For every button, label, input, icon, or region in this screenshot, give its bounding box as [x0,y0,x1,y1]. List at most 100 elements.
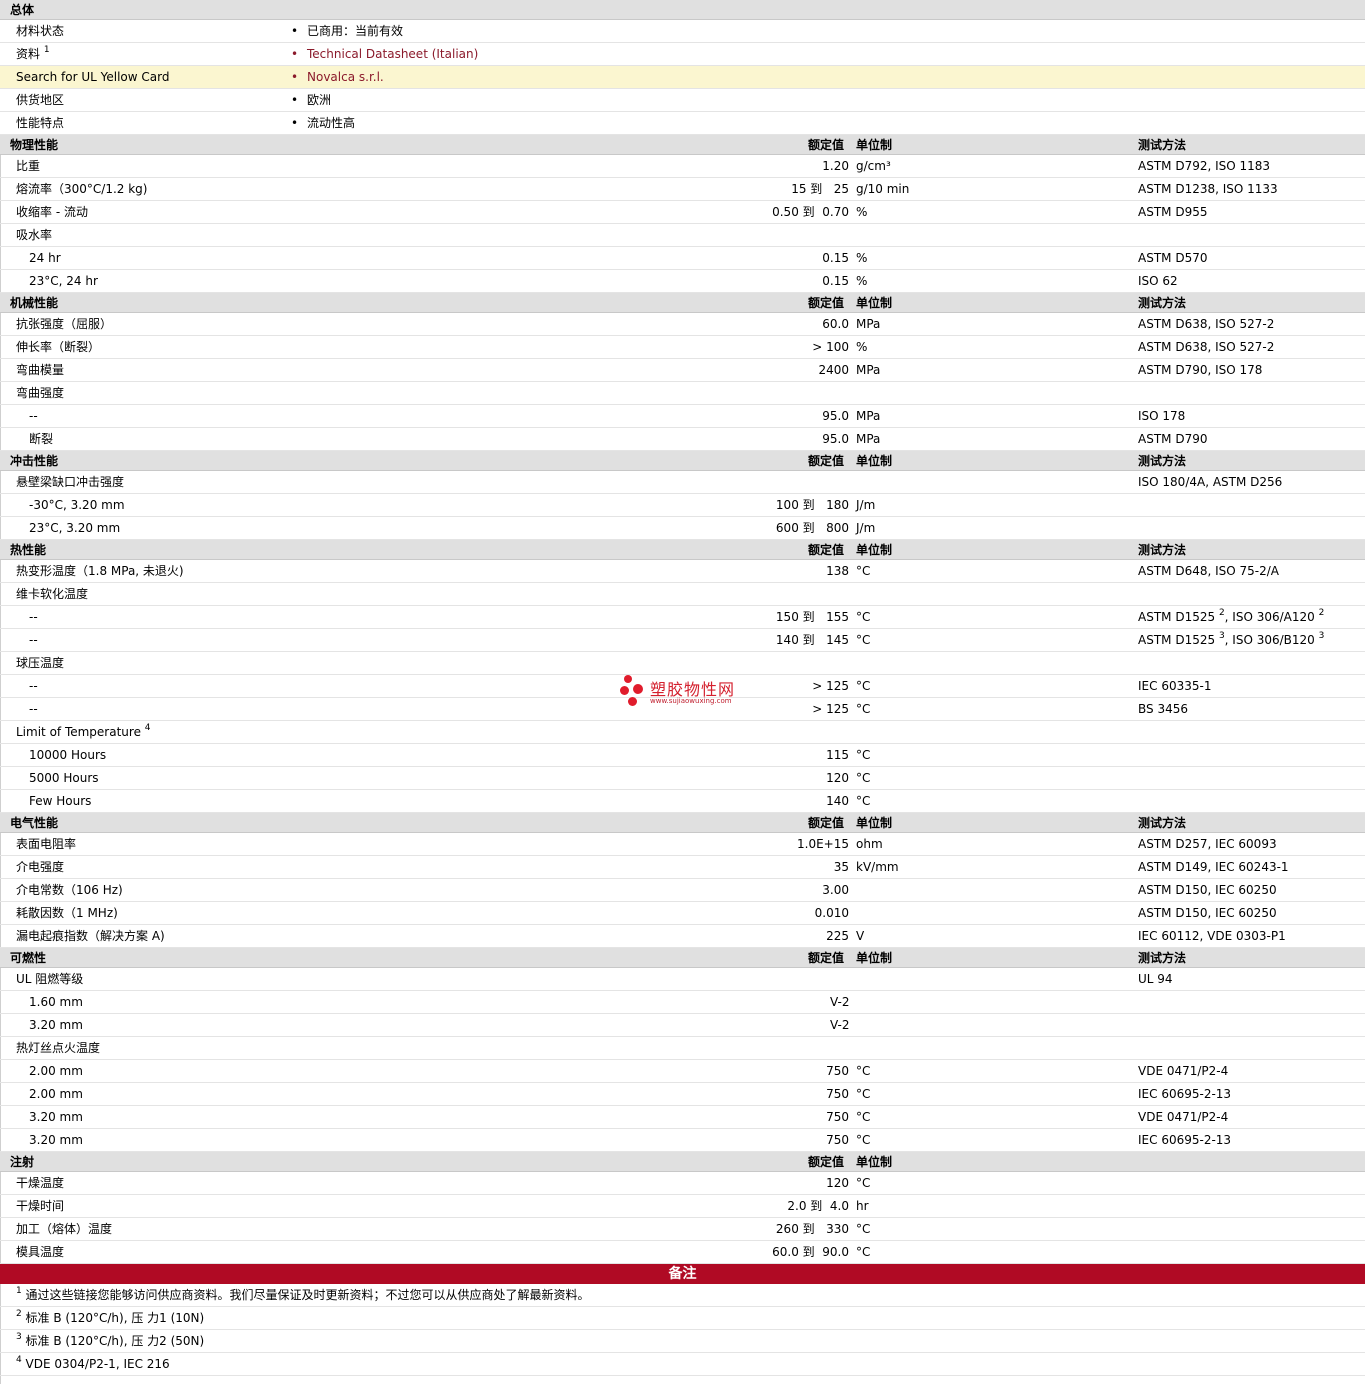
property-row: 10000 Hours 115 °C [0,744,1365,767]
general-row-value: 流动性高 [291,112,355,134]
general-row-value: 欧洲 [291,89,331,111]
section-header: 物理性能 额定值 单位制 测试方法 [0,135,1365,155]
col-header-unit: 单位制 [856,296,893,310]
property-row: 球压温度 [0,652,1365,675]
property-label: -- [29,679,38,693]
property-label: 球压温度 [16,656,65,670]
property-value: 120 [826,771,849,785]
property-row: 表面电阻率 1.0E+15 ohm ASTM D257, IEC 60093 [0,833,1365,856]
section-header: 注射 额定值 单位制 [0,1152,1365,1172]
general-row: 材料状态 已商用：当前有效 [0,20,1365,43]
general-row-label: 供货地区 [16,93,65,107]
property-row: Limit of Temperature 4 [0,721,1365,744]
notes-header: 备注 [0,1264,1365,1284]
general-row: 性能特点 流动性高 [0,112,1365,135]
property-unit: g/10 min [856,182,910,196]
property-unit: °C [856,1176,871,1190]
property-label: 1.60 mm [29,995,83,1009]
property-row: 耗散因数（1 MHz) 0.010 ASTM D150, IEC 60250 [0,902,1365,925]
section-title: 热性能 [10,543,47,557]
note-text: 3 标准 B (120°C/h), 压 力2 (50N) [16,1332,205,1348]
property-unit: °C [856,1064,871,1078]
property-unit: g/cm³ [856,159,891,173]
property-unit: % [856,251,868,265]
property-label: 3.20 mm [29,1133,83,1147]
test-method: ASTM D638, ISO 527-2 [1138,340,1275,354]
property-label: 2.00 mm [29,1064,83,1078]
section-header: 热性能 额定值 单位制 测试方法 [0,540,1365,560]
test-method: ISO 62 [1138,274,1178,288]
property-label: 5000 Hours [29,771,99,785]
property-row: 维卡软化温度 [0,583,1365,606]
col-header-value: 额定值 [808,454,845,468]
test-method: ASTM D638, ISO 527-2 [1138,317,1275,331]
section-header: 可燃性 额定值 单位制 测试方法 [0,948,1365,968]
section-title: 注射 [10,1155,35,1169]
property-row: 2.00 mm 750 °C IEC 60695-2-13 [0,1083,1365,1106]
footnote-ref: 3 [1318,631,1325,641]
property-label: 干燥温度 [16,1176,65,1190]
property-label: -30°C, 3.20 mm [29,498,125,512]
property-row: 加工（熔体）温度 260 到 330 °C [0,1218,1365,1241]
general-row-value: 已商用：当前有效 [291,20,403,42]
property-row: -- 95.0 MPa ISO 178 [0,405,1365,428]
property-label: 介电强度 [16,860,65,874]
property-row: 介电强度 35 kV/mm ASTM D149, IEC 60243-1 [0,856,1365,879]
property-label: 模具温度 [16,1245,65,1259]
col-header-method: 测试方法 [1138,543,1187,557]
test-method: ASTM D790 [1138,432,1208,446]
property-unit: °C [856,610,871,624]
general-row-link[interactable]: Novalca s.r.l. [291,66,384,88]
note-text: 4 VDE 0304/P2-1, IEC 216 [16,1355,170,1371]
property-unit: °C [856,1245,871,1259]
property-label: Limit of Temperature 4 [16,723,151,739]
property-label: 加工（熔体）温度 [16,1222,113,1236]
property-label: -- [29,702,38,716]
property-row: 断裂 95.0 MPa ASTM D790 [0,428,1365,451]
property-row: -30°C, 3.20 mm 100 到 180 J/m [0,494,1365,517]
test-method: ASTM D648, ISO 75-2/A [1138,564,1279,578]
property-value: 750 [826,1110,849,1124]
property-value: 600 到 800 [775,521,849,535]
section-title: 可燃性 [10,951,47,965]
note-row: 4 VDE 0304/P2-1, IEC 216 [0,1353,1365,1376]
property-value: > 100 [812,340,849,354]
property-unit: % [856,340,868,354]
property-unit: % [856,274,868,288]
footnote-ref: 2 [1218,608,1225,618]
property-label: 3.20 mm [29,1110,83,1124]
logo-dots-icon [620,675,646,709]
property-value: 138 [826,564,849,578]
property-unit: kV/mm [856,860,899,874]
property-label: 断裂 [29,432,54,446]
note-number: 3 [16,1332,22,1342]
section-title: 物理性能 [10,138,59,152]
col-header-value: 额定值 [808,816,845,830]
property-row: 悬壁梁缺口冲击强度 ISO 180/4A, ASTM D256 [0,471,1365,494]
footnote-ref: 3 [1218,631,1225,641]
property-row: 收缩率 - 流动 0.50 到 0.70% ASTM D955 [0,201,1365,224]
property-label: 耗散因数（1 MHz) [16,906,118,920]
property-row: 热变形温度（1.8 MPa, 未退火) 138 °C ASTM D648, ISO 7… [0,560,1365,583]
property-value: 60.0 到 90.0 [772,1245,849,1259]
general-row: Search for UL Yellow Card Novalca s.r.l. [0,66,1365,89]
general-row-label[interactable]: Search for UL Yellow Card [16,66,169,88]
col-header-method: 测试方法 [1138,296,1187,310]
property-unit: MPa [856,409,881,423]
property-unit: °C [856,564,871,578]
general-row-link[interactable]: Technical Datasheet (Italian) [291,43,478,65]
col-header-value: 额定值 [808,138,845,152]
property-label: 热变形温度（1.8 MPa, 未退火) [16,564,184,578]
property-value: 100 到 180 [775,498,849,512]
test-method: ASTM D792, ISO 1183 [1138,159,1271,173]
property-value: 95.0 [822,409,849,423]
watermark-url: www.sujiaowuxing.com [650,697,732,705]
property-label: 热灯丝点火温度 [16,1041,101,1055]
property-row: 2.00 mm 750 °C VDE 0471/P2-4 [0,1060,1365,1083]
property-unit: °C [856,1087,871,1101]
property-label: UL 阻燃等级 [16,972,84,986]
property-unit: V [856,929,865,943]
col-header-unit: 单位制 [856,454,893,468]
property-label: 表面电阻率 [16,837,77,851]
property-row: 吸水率 [0,224,1365,247]
